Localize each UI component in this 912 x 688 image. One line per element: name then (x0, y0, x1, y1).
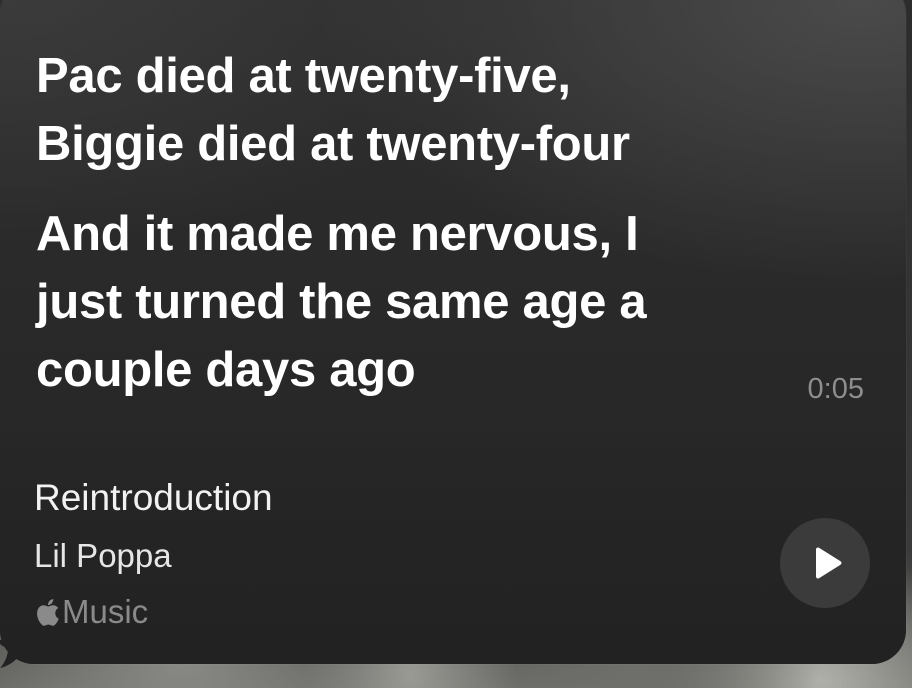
lyric-line: Pac died at twenty-five, Biggie died at … (36, 49, 630, 171)
play-icon (815, 547, 841, 579)
song-title[interactable]: Reintroduction (34, 476, 273, 520)
track-info-panel: Reintroduction Lil Poppa Music (0, 450, 906, 664)
play-button[interactable] (780, 518, 870, 608)
lyric-line: And it made me nervous, I just turned th… (36, 207, 647, 397)
bubble-tail (0, 640, 40, 668)
service-label: Music (34, 592, 148, 632)
music-lyrics-card[interactable]: Pac died at twenty-five, Biggie died at … (0, 0, 906, 664)
lyric-timestamp: 0:05 (807, 373, 864, 405)
lyrics-panel: Pac died at twenty-five, Biggie died at … (0, 0, 906, 450)
artist-name[interactable]: Lil Poppa (34, 536, 172, 576)
apple-logo-icon (37, 599, 59, 626)
service-name: Music (62, 593, 149, 630)
